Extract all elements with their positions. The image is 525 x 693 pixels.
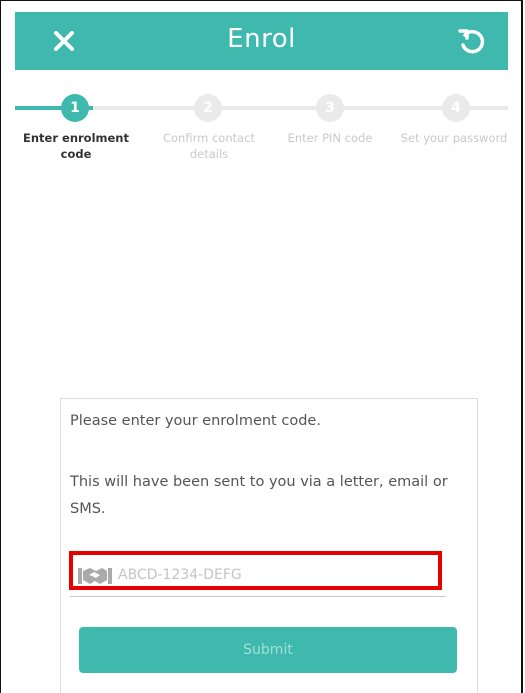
- enrolment-stepper: 1 2 3 4 Enter enrolment code Confirm con…: [15, 70, 508, 180]
- step-3-indicator: 3: [316, 94, 344, 122]
- enrolment-code-input[interactable]: [116, 559, 440, 591]
- app-header: Enrol: [15, 12, 508, 70]
- enrolment-card: Please enter your enrolment code. This w…: [60, 398, 478, 693]
- undo-icon: [458, 29, 485, 54]
- reset-button[interactable]: [456, 26, 486, 56]
- submit-button[interactable]: Submit: [79, 627, 457, 673]
- page-title: Enrol: [227, 24, 296, 54]
- step-2-label: Confirm contact details: [162, 131, 256, 161]
- step-1-label: Enter enrolment code: [23, 131, 129, 161]
- enrolment-code-field[interactable]: [70, 551, 446, 597]
- step-4-label: Set your password: [400, 131, 508, 145]
- delivery-note-text: This will have been sent to you via a le…: [70, 474, 448, 517]
- step-3-label: Enter PIN code: [287, 131, 373, 145]
- handshake-icon: [78, 568, 112, 584]
- step-1-indicator: 1: [61, 94, 89, 122]
- step-4-indicator: 4: [442, 94, 470, 122]
- instruction-text: Please enter your enrolment code.: [70, 413, 321, 429]
- step-2-indicator: 2: [194, 94, 222, 122]
